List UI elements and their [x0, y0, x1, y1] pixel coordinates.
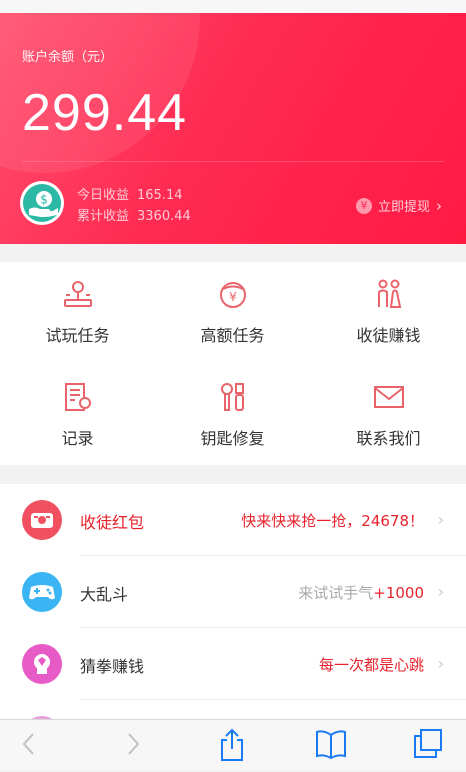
grid-item-recruit[interactable]: 收徒赚钱 — [311, 262, 466, 362]
list-item-subtitle: 每一次都是心跳 — [318, 656, 424, 674]
forward-icon[interactable] — [122, 728, 144, 764]
list-item-title: 收徒红包 — [80, 513, 145, 532]
subtitle-prefix: 来试试手气 — [298, 584, 374, 602]
divider — [22, 161, 444, 162]
tabs-icon[interactable] — [412, 728, 444, 764]
grid-item-label: 记录 — [61, 429, 94, 448]
list-item-brawl[interactable]: 大乱斗 来试试手气+1000 › — [0, 556, 466, 628]
chevron-right-icon: › — [437, 654, 444, 673]
red-envelope-icon — [22, 500, 62, 540]
list-item-recruit-redpacket[interactable]: 收徒红包 快来快来抢一抢，24678！ › — [0, 484, 466, 556]
withdraw-label: 立即提现 — [377, 200, 430, 215]
grid-item-key-repair[interactable]: 钥匙修复 — [155, 365, 310, 465]
svg-text:¥: ¥ — [229, 290, 237, 304]
withdraw-button[interactable]: ¥ 立即提现 › — [355, 196, 442, 215]
money-hand-icon: $ — [23, 184, 61, 222]
grid-item-label: 试玩任务 — [45, 326, 110, 345]
grid-item-label: 联系我们 — [356, 429, 421, 448]
balance-label: 账户余额（元） — [22, 50, 114, 65]
joystick-icon — [64, 281, 92, 307]
balance-value: 299.44 — [22, 84, 188, 142]
yen-icon: ¥ — [355, 197, 372, 214]
avatar[interactable]: $ — [20, 181, 64, 225]
svg-text:$: $ — [40, 193, 48, 207]
yen-bag-icon: ¥ — [220, 282, 246, 308]
chevron-right-icon: › — [437, 582, 444, 601]
grid-item-records[interactable]: 记录 — [0, 365, 155, 465]
tools-icon — [221, 383, 244, 411]
today-earnings: 今日收益 165.14 — [77, 184, 183, 203]
activity-list: 收徒红包 快来快来抢一抢，24678！ › 大乱斗 来试试手气+1000 › 猜… — [0, 484, 466, 756]
today-earnings-label: 今日收益 — [77, 188, 130, 203]
total-earnings-value: 3360.44 — [137, 209, 191, 224]
today-earnings-value: 165.14 — [137, 188, 183, 203]
list-item-title: 猜拳赚钱 — [80, 657, 145, 676]
account-header: 账户余额（元） 299.44 $ 今日收益 165.14 累计收益 3360.44 … — [0, 13, 466, 244]
chevron-right-icon: › — [437, 510, 444, 529]
gamepad-icon — [22, 572, 62, 612]
grid-item-high-tasks[interactable]: ¥ 高额任务 — [155, 262, 310, 362]
list-item-subtitle: 快来快来抢一抢，24678！ — [241, 512, 424, 530]
browser-toolbar — [0, 719, 466, 770]
share-icon[interactable] — [218, 728, 246, 766]
grid-item-label: 高额任务 — [200, 326, 265, 345]
grid-item-contact[interactable]: 联系我们 — [311, 365, 466, 465]
mail-icon — [374, 386, 404, 408]
total-earnings: 累计收益 3360.44 — [77, 205, 191, 224]
people-icon — [378, 279, 402, 308]
document-icon — [65, 383, 91, 411]
total-earnings-label: 累计收益 — [77, 209, 130, 224]
subtitle-highlight: +1000 — [373, 584, 424, 602]
list-item-rps[interactable]: 猜拳赚钱 每一次都是心跳 › — [0, 628, 466, 700]
grid-item-label: 钥匙修复 — [200, 429, 265, 448]
back-icon[interactable] — [18, 728, 40, 764]
top-strip — [0, 0, 466, 13]
chevron-right-icon: › — [436, 196, 442, 215]
feature-grid: 试玩任务 ¥ 高额任务 收徒赚钱 记录 钥匙修复 联系我们 — [0, 262, 466, 465]
list-item-subtitle: 来试试手气+1000 — [298, 582, 424, 603]
list-item-title: 大乱斗 — [80, 585, 129, 604]
fist-icon — [22, 644, 62, 684]
grid-item-label: 收徒赚钱 — [356, 326, 421, 345]
bookmarks-icon[interactable] — [314, 728, 348, 764]
grid-item-trial-tasks[interactable]: 试玩任务 — [0, 262, 155, 362]
